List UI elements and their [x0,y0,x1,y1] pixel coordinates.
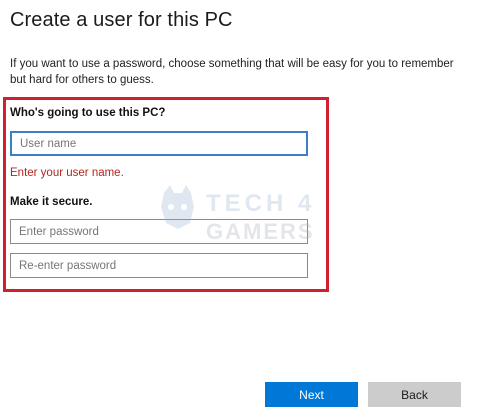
who-heading: Who's going to use this PC? [10,107,166,119]
reenter-password-input[interactable] [10,253,308,278]
create-user-dialog: Create a user for this PC If you want to… [0,0,478,420]
tech4gamers-watermark-logo: TECH 4 GAMERS [161,185,315,244]
watermark-text-gamers: GAMERS [206,219,315,244]
intro-text: If you want to use a password, choose so… [10,58,454,86]
make-secure-heading: Make it secure. [10,196,93,208]
username-error-text: Enter your user name. [10,167,124,179]
username-input[interactable] [10,131,308,156]
mascot-icon [161,185,194,229]
next-button[interactable]: Next [265,382,358,407]
page-title: Create a user for this PC [10,9,233,31]
back-button[interactable]: Back [368,382,461,407]
watermark-text-tech: TECH 4 [206,190,315,217]
